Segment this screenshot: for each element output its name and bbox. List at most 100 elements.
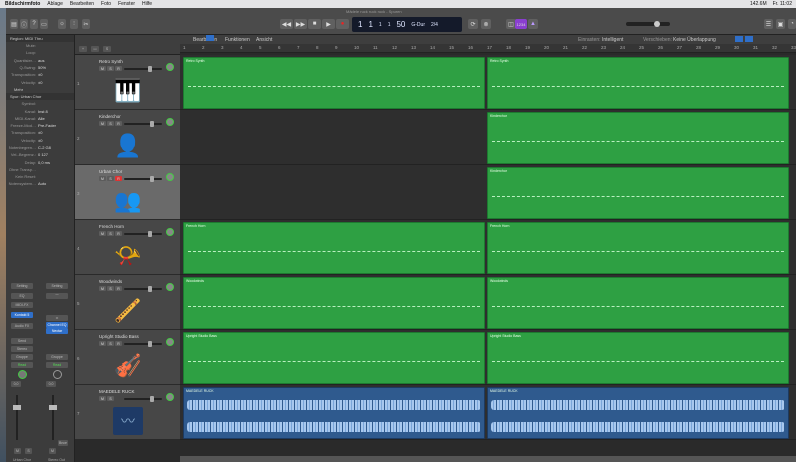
- midi-region[interactable]: Upright Studio Bass: [487, 332, 789, 384]
- notepad-button[interactable]: ▣: [776, 19, 785, 29]
- catch-button[interactable]: [206, 35, 214, 41]
- strip1-eq[interactable]: EQ: [11, 293, 33, 299]
- track-header[interactable]: 3 Urban Chor M S R 👥: [75, 165, 180, 220]
- strip2-mute[interactable]: M: [49, 448, 56, 454]
- inspector-value[interactable]: Alle: [38, 116, 45, 121]
- play-button[interactable]: ▶: [322, 19, 335, 29]
- track-name[interactable]: Retro Synth: [99, 59, 123, 64]
- inspector-value[interactable]: Pre-Fader: [38, 123, 56, 128]
- zoom-fit-button[interactable]: [735, 36, 743, 42]
- strip1-output[interactable]: Stereo: [11, 346, 33, 352]
- menu-view[interactable]: Ansicht: [256, 37, 272, 43]
- strip2-nectar[interactable]: Nectar: [46, 328, 68, 334]
- inspector-button[interactable]: ⓘ: [20, 19, 28, 29]
- strip2-bounce[interactable]: Bnce: [58, 440, 68, 446]
- browser-button[interactable]: ◔: [788, 19, 796, 29]
- track-header[interactable]: 2 Kinderchor M S R 👤: [75, 110, 180, 165]
- solo-button[interactable]: S: [107, 121, 114, 126]
- zoom-fit-h-button[interactable]: [745, 36, 753, 42]
- track-lane[interactable]: MAEDELE RUCK MAEDELE RUCK: [180, 385, 796, 440]
- strip2-group[interactable]: Gruppe: [46, 354, 68, 360]
- stop-button[interactable]: ■: [308, 19, 321, 29]
- snap-select[interactable]: Intelligent: [602, 37, 623, 43]
- inspector-value[interactable]: 0 127: [38, 152, 48, 157]
- inspector-value[interactable]: ±0: [38, 80, 42, 85]
- midi-region[interactable]: French Horn: [487, 222, 789, 274]
- track-lane[interactable]: Woodwinds Woodwinds: [180, 275, 796, 330]
- strip2-eq-display[interactable]: ⌒: [46, 293, 68, 299]
- inspector-value[interactable]: aus: [38, 58, 44, 63]
- menu-hilfe[interactable]: Hilfe: [142, 1, 152, 7]
- inspector-value[interactable]: ±0: [38, 72, 42, 77]
- inspector-value[interactable]: ±0: [38, 130, 42, 135]
- smart-tempo-button[interactable]: S: [103, 46, 111, 52]
- menu-app[interactable]: Bildschirmfoto: [5, 1, 40, 7]
- mute-button[interactable]: M: [99, 286, 106, 291]
- forward-button[interactable]: ▶▶: [294, 19, 307, 29]
- strip1-instrument[interactable]: Kontakt 5: [11, 312, 33, 318]
- strip2-setting[interactable]: Setting: [46, 283, 68, 289]
- master-volume-slider[interactable]: [626, 21, 670, 27]
- pan-knob[interactable]: [166, 338, 174, 346]
- more-toggle[interactable]: Mehr: [14, 87, 23, 92]
- region-inspector-header[interactable]: Region: MIDI Thru: [6, 35, 74, 42]
- midi-region[interactable]: Retro Synth: [487, 57, 789, 109]
- lcd-display[interactable]: 1 1 1 1 50 G-Dur 2/4: [352, 17, 462, 32]
- inspector-value[interactable]: ±0: [38, 138, 42, 143]
- track-volume-slider[interactable]: [124, 231, 162, 237]
- mixer-button[interactable]: ⫶: [70, 19, 78, 29]
- menu-ablage[interactable]: Ablage: [47, 1, 63, 7]
- inspector-value[interactable]: 50%: [38, 65, 46, 70]
- cycle-button[interactable]: ⟳: [468, 19, 478, 29]
- mute-button[interactable]: M: [99, 176, 106, 181]
- add-track-button[interactable]: +: [79, 46, 87, 52]
- solo-button[interactable]: S: [107, 341, 114, 346]
- strip1-group[interactable]: Gruppe: [11, 354, 33, 360]
- midi-region[interactable]: Woodwinds: [487, 277, 789, 329]
- record-enable-button[interactable]: R: [115, 341, 122, 346]
- track-header[interactable]: 1 Retro Synth M S R 🎹: [75, 55, 180, 110]
- rewind-button[interactable]: ◀◀: [280, 19, 293, 29]
- strip1-solo[interactable]: S: [25, 448, 32, 454]
- drag-select[interactable]: Keine Überlappung: [673, 37, 716, 43]
- tuner-button[interactable]: ▲: [528, 19, 538, 29]
- ruler[interactable]: 1 2 3 4 5 6 7 8 9 10 11 12 13 14 15 16 17 18 19 20 21 22 23 24 2…: [180, 44, 796, 53]
- track-name[interactable]: Upright Studio Bass: [99, 334, 139, 339]
- track-lane[interactable]: Retro Synth Retro Synth: [180, 55, 796, 110]
- track-header[interactable]: 7 MAEDELE RUCK M S 〰: [75, 385, 180, 440]
- midi-region[interactable]: French Horn: [183, 222, 485, 274]
- record-enable-button[interactable]: R: [115, 286, 122, 291]
- mute-button[interactable]: M: [99, 231, 106, 236]
- track-volume-slider[interactable]: [124, 66, 162, 72]
- strip2-link[interactable]: ∞: [46, 315, 68, 321]
- track-volume-slider[interactable]: [124, 286, 162, 292]
- strip2-pan-knob[interactable]: [53, 370, 62, 379]
- midi-region[interactable]: Woodwinds: [183, 277, 485, 329]
- strip1-pan-knob[interactable]: [18, 370, 27, 379]
- mute-button[interactable]: M: [99, 341, 106, 346]
- pan-knob[interactable]: [166, 283, 174, 291]
- status-clock[interactable]: Fr. 11:02: [773, 1, 792, 7]
- inspector-value[interactable]: Inst 8: [38, 109, 48, 114]
- strip1-send[interactable]: Send: [11, 338, 33, 344]
- inspector-value[interactable]: Auto: [38, 181, 46, 186]
- strip1-setting[interactable]: Setting: [11, 283, 33, 289]
- mute-button[interactable]: M: [99, 396, 106, 401]
- count-in-button[interactable]: 1234: [515, 19, 527, 29]
- record-button[interactable]: ●: [336, 19, 349, 29]
- track-volume-slider[interactable]: [124, 121, 162, 127]
- pan-knob[interactable]: [166, 393, 174, 401]
- audio-region[interactable]: MAEDELE RUCK: [183, 387, 485, 439]
- track-header[interactable]: 5 Woodwinds M S R 🪈: [75, 275, 180, 330]
- menu-foto[interactable]: Foto: [101, 1, 111, 7]
- midi-region[interactable]: Kinderchor: [487, 112, 789, 164]
- track-name[interactable]: Woodwinds: [99, 279, 122, 284]
- mute-button[interactable]: M: [99, 121, 106, 126]
- list-editors-button[interactable]: ☰: [764, 19, 773, 29]
- track-name[interactable]: French Horn: [99, 224, 124, 229]
- replace-button[interactable]: ⊗: [481, 19, 491, 29]
- strip1-mute[interactable]: M: [14, 448, 21, 454]
- pan-knob[interactable]: [166, 173, 174, 181]
- solo-button[interactable]: S: [107, 396, 114, 401]
- solo-button[interactable]: S: [107, 176, 114, 181]
